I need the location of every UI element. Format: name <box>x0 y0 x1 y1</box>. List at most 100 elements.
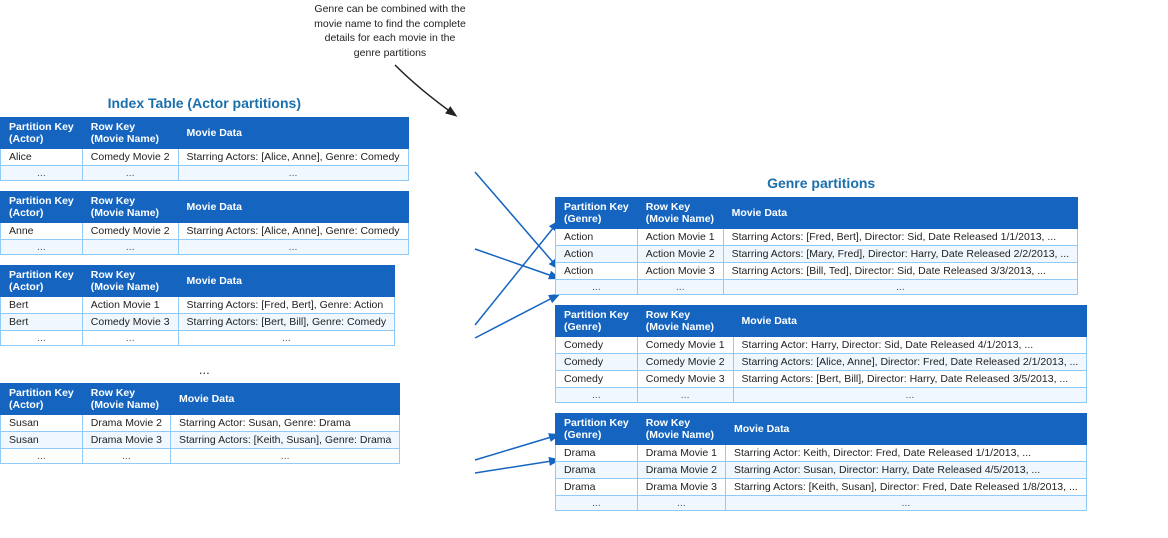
col-row-key-movie: Row Key(Movie Name) <box>637 306 733 337</box>
dots-row: ... ... ... <box>1 449 400 464</box>
cell-movie-name: Action Movie 3 <box>637 263 723 280</box>
cell-genre: Drama <box>556 462 638 479</box>
table-row: Drama Drama Movie 1 Starring Actor: Keit… <box>556 445 1087 462</box>
cell-movie-name: Action Movie 2 <box>637 246 723 263</box>
annotation-text: Genre can be combined with the movie nam… <box>310 2 470 61</box>
cell-movie-data: Starring Actor: Susan, Director: Harry, … <box>725 462 1086 479</box>
col-movie-data: Movie Data <box>178 192 408 223</box>
table-row: Drama Drama Movie 3 Starring Actors: [Ke… <box>556 479 1087 496</box>
col-partition-key: Partition Key(Actor) <box>1 266 83 297</box>
cell-movie-data: Starring Actor: Harry, Director: Sid, Da… <box>733 337 1087 354</box>
col-row-key: Row Key(Movie Name) <box>82 266 178 297</box>
cell-movie-data: Starring Actors: [Alice, Anne], Genre: C… <box>178 223 408 240</box>
index-table-susan: Partition Key(Actor) Row Key(Movie Name)… <box>0 383 400 464</box>
cell-movie-data: Starring Actors: [Bill, Ted], Director: … <box>723 263 1078 280</box>
cell-actor: Susan <box>1 415 83 432</box>
cell-actor: Susan <box>1 432 83 449</box>
cell-genre: Action <box>556 263 638 280</box>
col-partition-key: Partition Key(Actor) <box>1 118 83 149</box>
col-movie-data: Movie Data <box>733 306 1087 337</box>
index-group-bert: Partition Key(Actor) Row Key(Movie Name)… <box>0 265 409 346</box>
dots-row: ... ... ... <box>556 388 1087 403</box>
table-row: Susan Drama Movie 2 Starring Actor: Susa… <box>1 415 400 432</box>
cell-movie-name: Comedy Movie 2 <box>637 354 733 371</box>
cell-movie-data: Starring Actors: [Fred, Bert], Genre: Ac… <box>178 297 395 314</box>
col-partition-key-genre: Partition Key(Genre) <box>556 198 638 229</box>
table-row: Comedy Comedy Movie 1 Starring Actor: Ha… <box>556 337 1087 354</box>
table-row: Action Action Movie 1 Starring Actors: [… <box>556 229 1078 246</box>
col-partition-key: Partition Key(Actor) <box>1 192 83 223</box>
col-movie-data: Movie Data <box>178 118 408 149</box>
col-partition-key-genre: Partition Key(Genre) <box>556 414 638 445</box>
col-row-key-movie: Row Key(Movie Name) <box>637 198 723 229</box>
genre-group-drama: Partition Key(Genre) Row Key(Movie Name)… <box>555 413 1087 511</box>
col-row-key-movie: Row Key(Movie Name) <box>637 414 725 445</box>
cell-genre: Comedy <box>556 337 638 354</box>
dots-row: ... ... ... <box>1 331 395 346</box>
col-movie-data: Movie Data <box>725 414 1086 445</box>
col-row-key: Row Key(Movie Name) <box>82 118 178 149</box>
genre-group-comedy: Partition Key(Genre) Row Key(Movie Name)… <box>555 305 1087 403</box>
table-row: Action Action Movie 3 Starring Actors: [… <box>556 263 1078 280</box>
cell-actor: Alice <box>1 149 83 166</box>
dots-row: ... ... ... <box>556 496 1087 511</box>
cell-movie-name: Action Movie 1 <box>82 297 178 314</box>
table-row: Alice Comedy Movie 2 Starring Actors: [A… <box>1 149 409 166</box>
col-row-key: Row Key(Movie Name) <box>82 192 178 223</box>
col-partition-key: Partition Key(Actor) <box>1 384 83 415</box>
cell-movie-data: Starring Actors: [Bert, Bill], Genre: Co… <box>178 314 395 331</box>
cell-movie-data: Starring Actor: Susan, Genre: Drama <box>170 415 399 432</box>
index-table-bert: Partition Key(Actor) Row Key(Movie Name)… <box>0 265 395 346</box>
col-row-key: Row Key(Movie Name) <box>82 384 170 415</box>
table-row: Bert Comedy Movie 3 Starring Actors: [Be… <box>1 314 395 331</box>
ellipsis-between-groups: ... <box>0 356 409 383</box>
table-row: Anne Comedy Movie 2 Starring Actors: [Al… <box>1 223 409 240</box>
index-group-alice: Partition Key(Actor) Row Key(Movie Name)… <box>0 117 409 181</box>
index-table-alice: Partition Key(Actor) Row Key(Movie Name)… <box>0 117 409 181</box>
table-row: Drama Drama Movie 2 Starring Actor: Susa… <box>556 462 1087 479</box>
genre-group-action: Partition Key(Genre) Row Key(Movie Name)… <box>555 197 1087 295</box>
index-table-section: Index Table (Actor partitions) Partition… <box>0 95 409 474</box>
cell-movie-name: Comedy Movie 3 <box>82 314 178 331</box>
cell-actor: Anne <box>1 223 83 240</box>
col-movie-data: Movie Data <box>170 384 399 415</box>
table-row: Action Action Movie 2 Starring Actors: [… <box>556 246 1078 263</box>
cell-actor: Bert <box>1 314 83 331</box>
cell-movie-name: Comedy Movie 2 <box>82 223 178 240</box>
cell-movie-data: Starring Actor: Keith, Director: Fred, D… <box>725 445 1086 462</box>
dots-row: ... ... ... <box>1 240 409 255</box>
cell-actor: Bert <box>1 297 83 314</box>
cell-genre: Comedy <box>556 371 638 388</box>
col-movie-data: Movie Data <box>178 266 395 297</box>
cell-movie-name: Drama Movie 2 <box>637 462 725 479</box>
genre-table-action: Partition Key(Genre) Row Key(Movie Name)… <box>555 197 1078 295</box>
genre-section: Genre partitions Partition Key(Genre) Ro… <box>555 175 1087 521</box>
col-partition-key-genre: Partition Key(Genre) <box>556 306 638 337</box>
page-container: Genre can be combined with the movie nam… <box>0 0 1168 538</box>
cell-movie-data: Starring Actors: [Fred, Bert], Director:… <box>723 229 1078 246</box>
cell-genre: Drama <box>556 479 638 496</box>
dots-row: ... ... ... <box>556 280 1078 295</box>
cell-movie-name: Comedy Movie 1 <box>637 337 733 354</box>
index-table-anne: Partition Key(Actor) Row Key(Movie Name)… <box>0 191 409 255</box>
cell-movie-data: Starring Actors: [Alice, Anne], Director… <box>733 354 1087 371</box>
cell-movie-name: Drama Movie 3 <box>82 432 170 449</box>
table-row: Bert Action Movie 1 Starring Actors: [Fr… <box>1 297 395 314</box>
cell-movie-name: Drama Movie 3 <box>637 479 725 496</box>
cell-genre: Comedy <box>556 354 638 371</box>
table-row: Comedy Comedy Movie 2 Starring Actors: [… <box>556 354 1087 371</box>
genre-title: Genre partitions <box>555 175 1087 191</box>
index-group-susan: Partition Key(Actor) Row Key(Movie Name)… <box>0 383 409 464</box>
table-row: Comedy Comedy Movie 3 Starring Actors: [… <box>556 371 1087 388</box>
cell-movie-name: Comedy Movie 3 <box>637 371 733 388</box>
cell-movie-name: Action Movie 1 <box>637 229 723 246</box>
cell-movie-data: Starring Actors: [Keith, Susan], Genre: … <box>170 432 399 449</box>
cell-movie-data: Starring Actors: [Alice, Anne], Genre: C… <box>178 149 408 166</box>
cell-genre: Action <box>556 246 638 263</box>
genre-table-comedy: Partition Key(Genre) Row Key(Movie Name)… <box>555 305 1087 403</box>
cell-movie-data: Starring Actors: [Keith, Susan], Directo… <box>725 479 1086 496</box>
col-movie-data: Movie Data <box>723 198 1078 229</box>
index-table-title: Index Table (Actor partitions) <box>0 95 409 111</box>
cell-genre: Drama <box>556 445 638 462</box>
cell-movie-name: Drama Movie 2 <box>82 415 170 432</box>
